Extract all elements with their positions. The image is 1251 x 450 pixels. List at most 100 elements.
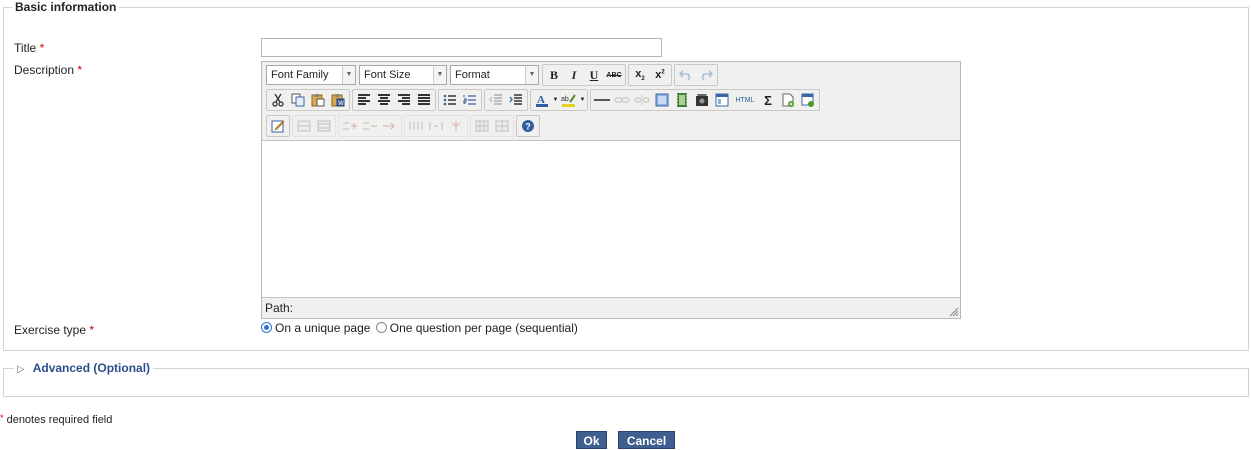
align-center-icon[interactable] — [374, 90, 394, 110]
unique-page-radio[interactable] — [261, 322, 272, 333]
highlight-color-icon[interactable]: ab — [559, 90, 579, 110]
editor-content-area[interactable] — [262, 140, 960, 298]
paste-icon[interactable] — [308, 90, 328, 110]
title-label-text: Title — [14, 41, 37, 55]
table-col-icon[interactable] — [314, 116, 334, 136]
expand-triangle-icon[interactable]: ▷ — [17, 364, 25, 375]
redo-icon[interactable] — [696, 65, 716, 85]
edit-group — [266, 115, 290, 137]
exercise-type-label: Exercise type * — [14, 323, 94, 337]
table-layout-group — [292, 115, 336, 137]
bold-icon[interactable]: B — [544, 65, 564, 85]
undo-icon[interactable] — [676, 65, 696, 85]
toolbar-row-2: W A ▼ ab ▼ HTML Σ — [266, 89, 822, 111]
required-note: * denotes required field — [0, 413, 112, 426]
outdent-icon[interactable] — [486, 90, 506, 110]
delete-col-icon[interactable] — [406, 116, 426, 136]
ok-button[interactable]: Ok — [576, 431, 607, 449]
math-icon[interactable]: Σ — [758, 90, 778, 110]
html-source-icon[interactable]: HTML — [732, 90, 758, 110]
underline-icon[interactable]: U — [584, 65, 604, 85]
help-icon[interactable]: ? — [518, 116, 538, 136]
preview-icon[interactable] — [798, 90, 818, 110]
horizontal-rule-icon[interactable] — [592, 90, 612, 110]
title-input[interactable] — [261, 38, 662, 57]
indent-group — [484, 89, 528, 111]
delete-row-icon[interactable] — [360, 116, 380, 136]
new-document-icon[interactable] — [778, 90, 798, 110]
chevron-down-icon: ▼ — [433, 66, 446, 84]
required-marker: * — [89, 323, 95, 337]
col-ops-group — [404, 115, 468, 137]
insert-row-icon[interactable] — [340, 116, 360, 136]
insert-group: HTML Σ — [590, 89, 820, 111]
subscript-icon[interactable]: x2 — [630, 65, 650, 85]
svg-text:ab: ab — [561, 96, 569, 103]
editor-path-label: Path: — [265, 301, 294, 315]
template-icon[interactable] — [712, 90, 732, 110]
list-group — [438, 89, 482, 111]
cancel-button[interactable]: Cancel — [618, 431, 675, 449]
chevron-down-icon[interactable]: ▼ — [552, 90, 559, 110]
basic-information-legend: Basic information — [12, 0, 120, 14]
exercise-type-options: On a unique page One question per page (… — [261, 321, 578, 335]
sequential-radio[interactable] — [375, 322, 387, 333]
sequential-label[interactable]: One question per page (sequential) — [390, 321, 578, 335]
unlink-icon[interactable] — [632, 90, 652, 110]
required-marker: * — [0, 413, 4, 423]
svg-text:?: ? — [525, 122, 531, 132]
advanced-toggle-link[interactable]: Advanced (Optional) — [33, 361, 150, 375]
table-row-icon[interactable] — [472, 116, 492, 136]
color-group: A ▼ ab ▼ — [530, 89, 588, 111]
copy-icon[interactable] — [288, 90, 308, 110]
advanced-fieldset — [3, 368, 1249, 397]
table-col-icon[interactable] — [492, 116, 512, 136]
media-icon[interactable] — [692, 90, 712, 110]
image-icon[interactable] — [652, 90, 672, 110]
chevron-down-icon: ▼ — [342, 66, 355, 84]
table-row-icon[interactable] — [294, 116, 314, 136]
history-group — [674, 64, 718, 86]
title-label: Title * — [14, 41, 44, 55]
script-group: x2 x2 — [628, 64, 672, 86]
toolbar-row-1: Font Family ▼ Font Size ▼ Format ▼ B I U… — [266, 64, 720, 86]
split-cells-icon[interactable] — [446, 116, 466, 136]
advanced-legend[interactable]: ▷ Advanced (Optional) — [14, 361, 154, 375]
chevron-down-icon[interactable]: ▼ — [579, 90, 586, 110]
edit-content-icon[interactable] — [268, 116, 288, 136]
alignment-group — [352, 89, 436, 111]
text-color-icon[interactable]: A — [532, 90, 552, 110]
toolbar-row-3: ? — [266, 115, 542, 137]
insert-col-icon[interactable] — [380, 116, 400, 136]
video-icon[interactable] — [672, 90, 692, 110]
link-icon[interactable] — [612, 90, 632, 110]
paste-word-icon[interactable]: W — [328, 90, 348, 110]
align-left-icon[interactable] — [354, 90, 374, 110]
format-value: Format — [455, 69, 490, 81]
description-label: Description * — [14, 63, 82, 77]
justify-icon[interactable] — [414, 90, 434, 110]
help-group: ? — [516, 115, 540, 137]
required-marker: * — [77, 63, 83, 77]
cut-icon[interactable] — [268, 90, 288, 110]
resize-handle-icon[interactable] — [949, 307, 959, 317]
font-size-select[interactable]: Font Size ▼ — [359, 65, 447, 85]
font-size-value: Font Size — [364, 69, 411, 81]
chevron-down-icon: ▼ — [525, 66, 538, 84]
format-select[interactable]: Format ▼ — [450, 65, 539, 85]
required-marker: * — [39, 41, 45, 55]
strikethrough-icon[interactable]: ABC — [604, 65, 624, 85]
font-family-select[interactable]: Font Family ▼ — [266, 65, 356, 85]
superscript-icon[interactable]: x2 — [650, 65, 670, 85]
numbered-list-icon[interactable] — [460, 90, 480, 110]
merge-cells-icon[interactable] — [426, 116, 446, 136]
unique-page-label[interactable]: On a unique page — [275, 321, 370, 335]
exercise-type-label-text: Exercise type — [14, 323, 87, 337]
row-ops-group — [338, 115, 402, 137]
indent-icon[interactable] — [506, 90, 526, 110]
italic-icon[interactable]: I — [564, 65, 584, 85]
cell-group — [470, 115, 514, 137]
align-right-icon[interactable] — [394, 90, 414, 110]
bullet-list-icon[interactable] — [440, 90, 460, 110]
svg-text:W: W — [338, 101, 344, 107]
